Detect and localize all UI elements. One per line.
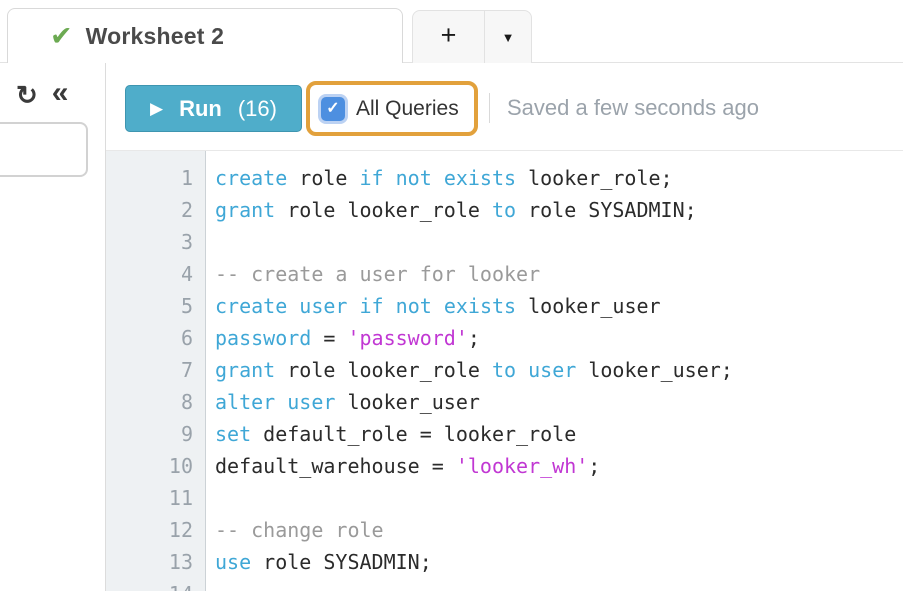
code-line[interactable]: grant role looker_role to user looker_us… bbox=[215, 354, 903, 386]
worksheet-main: ▶ Run (16) ✓ All Queries Saved a few sec… bbox=[106, 63, 903, 591]
line-number: 13 bbox=[106, 546, 193, 578]
code-line[interactable] bbox=[215, 226, 903, 258]
saved-check-icon: ✔ bbox=[50, 23, 73, 50]
collapse-sidebar-icon[interactable]: « bbox=[52, 78, 69, 112]
checkmark-icon: ✓ bbox=[326, 101, 339, 117]
snowflake-worksheet-app: ✔ Worksheet 2 + ▼ ↻ « ▶ Run (16) bbox=[0, 0, 903, 591]
code-line[interactable]: create role if not exists looker_role; bbox=[215, 162, 903, 194]
saved-status-text: Saved a few seconds ago bbox=[507, 95, 759, 121]
all-queries-highlight-annotation: ✓ All Queries bbox=[306, 81, 478, 136]
code-line[interactable]: -- create a user for looker bbox=[215, 258, 903, 290]
line-number: 6 bbox=[106, 322, 193, 354]
worksheet-menu-caret-icon[interactable]: ▼ bbox=[484, 11, 531, 63]
worksheet-body: ↻ « ▶ Run (16) ✓ All Queries bbox=[0, 63, 903, 591]
all-queries-label[interactable]: All Queries bbox=[356, 97, 459, 121]
line-number: 12 bbox=[106, 514, 193, 546]
sql-editor: 1234567891011121314 create role if not e… bbox=[106, 151, 903, 591]
line-number-gutter: 1234567891011121314 bbox=[106, 151, 206, 591]
sql-code-area[interactable]: create role if not exists looker_role;gr… bbox=[206, 151, 903, 591]
object-browser-sidebar: ↻ « bbox=[0, 63, 106, 591]
new-worksheet-button[interactable]: + bbox=[413, 11, 484, 63]
code-line[interactable]: password = 'password'; bbox=[215, 322, 903, 354]
code-line[interactable]: grant role looker_role to role SYSADMIN; bbox=[215, 194, 903, 226]
line-number: 2 bbox=[106, 194, 193, 226]
run-count: (16) bbox=[238, 96, 277, 122]
code-line[interactable] bbox=[215, 578, 903, 591]
run-label: Run bbox=[179, 96, 222, 122]
refresh-icon[interactable]: ↻ bbox=[16, 82, 38, 108]
line-number: 14 bbox=[106, 578, 193, 591]
tab-worksheet-2[interactable]: ✔ Worksheet 2 bbox=[7, 8, 403, 63]
worksheet-toolbar: ▶ Run (16) ✓ All Queries Saved a few sec… bbox=[106, 63, 903, 151]
line-number: 3 bbox=[106, 226, 193, 258]
sidebar-search-box[interactable] bbox=[0, 122, 88, 177]
play-icon: ▶ bbox=[150, 100, 163, 117]
all-queries-checkbox[interactable]: ✓ bbox=[321, 97, 345, 121]
line-number: 8 bbox=[106, 386, 193, 418]
line-number: 7 bbox=[106, 354, 193, 386]
line-number: 10 bbox=[106, 450, 193, 482]
code-line[interactable]: create user if not exists looker_user bbox=[215, 290, 903, 322]
line-number: 4 bbox=[106, 258, 193, 290]
code-line[interactable]: use role SYSADMIN; bbox=[215, 546, 903, 578]
sidebar-actions: ↻ « bbox=[16, 78, 68, 112]
code-line[interactable]: default_warehouse = 'looker_wh'; bbox=[215, 450, 903, 482]
line-number: 9 bbox=[106, 418, 193, 450]
toolbar-divider bbox=[489, 93, 490, 123]
code-line[interactable] bbox=[215, 482, 903, 514]
code-line[interactable]: set default_role = looker_role bbox=[215, 418, 903, 450]
line-number: 5 bbox=[106, 290, 193, 322]
tab-label: Worksheet 2 bbox=[86, 23, 225, 50]
line-number: 1 bbox=[106, 162, 193, 194]
code-line[interactable]: alter user looker_user bbox=[215, 386, 903, 418]
worksheet-tab-bar: ✔ Worksheet 2 + ▼ bbox=[0, 0, 903, 63]
run-button[interactable]: ▶ Run (16) bbox=[125, 85, 302, 132]
line-number: 11 bbox=[106, 482, 193, 514]
code-line[interactable]: -- change role bbox=[215, 514, 903, 546]
new-tab-group: + ▼ bbox=[412, 10, 532, 63]
